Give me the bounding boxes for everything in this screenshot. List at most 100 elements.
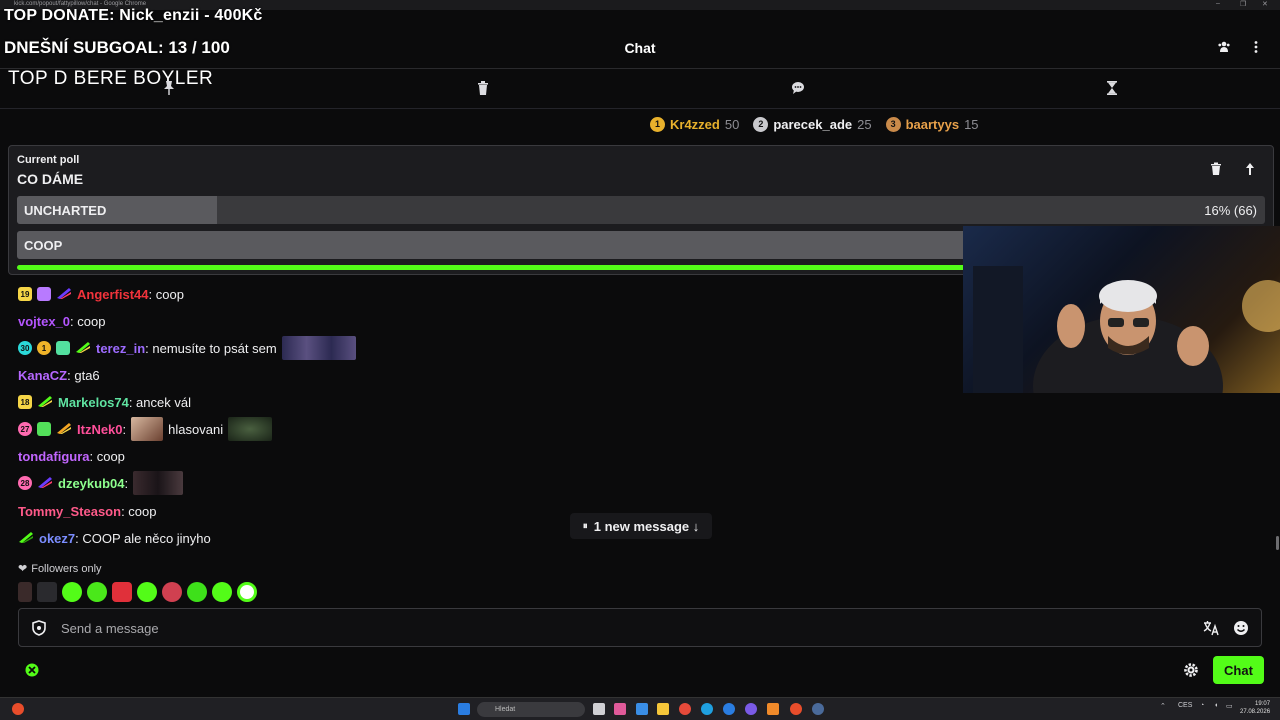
- notification-icon[interactable]: [12, 703, 24, 715]
- volume-icon[interactable]: ◖: [1214, 702, 1218, 709]
- chrome-icon[interactable]: [679, 703, 691, 715]
- emote-image[interactable]: [162, 582, 182, 602]
- rank-badge: 1: [37, 341, 51, 355]
- discord-icon[interactable]: [745, 703, 757, 715]
- maximize-icon[interactable]: ❐: [1240, 0, 1246, 8]
- heart-icon: ❤: [18, 563, 28, 575]
- chevron-up-icon[interactable]: ⌃: [1160, 702, 1166, 710]
- hourglass-icon[interactable]: [1105, 80, 1119, 96]
- rank-badge: 2: [753, 116, 769, 132]
- gift-badge-icon: [37, 422, 51, 436]
- kick-badge-icon: [37, 394, 53, 411]
- chat-username[interactable]: terez_in: [96, 341, 145, 356]
- chat-username[interactable]: Tommy_Steason: [18, 504, 121, 519]
- app-icon[interactable]: [636, 703, 648, 715]
- poll-option-stat: 16% (66): [1204, 203, 1257, 218]
- taskbar-clock[interactable]: 19:07 27.08.2026: [1240, 700, 1270, 716]
- close-icon[interactable]: ✕: [1262, 0, 1268, 8]
- more-icon[interactable]: [1249, 40, 1263, 54]
- minimize-icon[interactable]: –: [1216, 0, 1220, 7]
- chat-username[interactable]: KanaCZ: [18, 368, 67, 383]
- poll-option-uncharted[interactable]: UNCHARTED 16% (66): [17, 196, 1265, 224]
- lang-indicator[interactable]: CES: [1178, 702, 1192, 709]
- windows-start-icon[interactable]: [458, 703, 470, 715]
- chat-message[interactable]: Tommy_Steason: coop: [18, 501, 157, 521]
- message-input[interactable]: [61, 618, 1201, 638]
- leaderboard-value: 25: [857, 116, 872, 132]
- top-donate-overlay: TOP DONATE: Nick_enzii - 400Kč: [4, 7, 263, 24]
- gear-icon[interactable]: [1183, 662, 1199, 678]
- chat-message[interactable]: vojtex_0: coop: [18, 311, 105, 331]
- chat-text: : gta6: [67, 367, 100, 383]
- pin-icon[interactable]: [162, 80, 176, 96]
- chat-message[interactable]: 18 Markelos74: ancek vál: [18, 392, 191, 412]
- chat-username[interactable]: ItzNek0: [77, 422, 123, 437]
- app-icon[interactable]: [767, 703, 779, 715]
- leaderboard-entry[interactable]: 2 parecek_ade 25: [753, 116, 872, 132]
- emote-image[interactable]: [62, 582, 82, 602]
- chat-username[interactable]: Angerfist44: [77, 287, 149, 302]
- chat-text: : COOP ale něco jinyho: [75, 530, 211, 546]
- arrow-up-icon[interactable]: [1241, 162, 1259, 180]
- chat-username[interactable]: tondafigura: [18, 449, 90, 464]
- chat-message[interactable]: 28 dzeykub04:: [18, 471, 184, 495]
- chat-username[interactable]: Markelos74: [58, 395, 129, 410]
- trash-icon[interactable]: [476, 80, 490, 96]
- emote-image[interactable]: [187, 582, 207, 602]
- chat-text: : coop: [121, 503, 157, 519]
- search-placeholder: Hledat: [495, 706, 516, 713]
- pause-icon: ⏸: [582, 520, 588, 532]
- battery-icon[interactable]: ▭: [1226, 702, 1233, 710]
- leaderboard-entry[interactable]: 1 Kr4zzed 50: [650, 116, 739, 132]
- obs-icon[interactable]: [790, 703, 802, 715]
- task-view-icon[interactable]: [593, 703, 605, 715]
- send-chat-button[interactable]: Chat: [1213, 656, 1264, 684]
- file-explorer-icon[interactable]: [657, 703, 669, 715]
- followers-only-notice: ❤ Followers only: [18, 562, 102, 576]
- emote-image: [281, 336, 356, 360]
- steam-icon[interactable]: [812, 703, 824, 715]
- chat-username[interactable]: okez7: [39, 531, 75, 546]
- users-icon[interactable]: [1217, 40, 1231, 54]
- scrollbar[interactable]: [1276, 536, 1279, 550]
- emoji-icon[interactable]: [1233, 620, 1249, 636]
- emote-quick-row: [18, 581, 257, 603]
- emote-image[interactable]: [237, 582, 257, 602]
- emote-image[interactable]: [137, 582, 157, 602]
- chat-message[interactable]: okez7: COOP ale něco jinyho: [18, 528, 211, 548]
- edge-icon[interactable]: [701, 703, 713, 715]
- kick-logo-icon[interactable]: [24, 662, 40, 678]
- chat-message[interactable]: KanaCZ: gta6: [18, 365, 100, 385]
- shield-icon[interactable]: [31, 620, 47, 636]
- chat-message[interactable]: tondafigura: coop: [18, 446, 125, 466]
- stream-banner-text: TOP D BERE BOYLER: [8, 68, 214, 89]
- chat-bubble-icon[interactable]: [791, 80, 805, 96]
- sub-badge: 30: [18, 341, 32, 355]
- chat-username[interactable]: vojtex_0: [18, 314, 70, 329]
- translate-icon[interactable]: [1203, 620, 1219, 636]
- wifi-icon[interactable]: ◔: [1200, 702, 1204, 709]
- chat-text: hlasovani: [168, 421, 224, 437]
- emote-image[interactable]: [37, 582, 57, 602]
- emote-image[interactable]: [18, 582, 32, 602]
- leaderboard-name: baartyys: [905, 116, 960, 132]
- sub-badge: 28: [18, 476, 32, 490]
- taskbar-search[interactable]: Hledat: [477, 702, 585, 717]
- chat-message[interactable]: 19 Angerfist44: coop: [18, 284, 184, 304]
- chat-text: : nemusíte to psát sem: [145, 340, 277, 356]
- rank-badge: 3: [885, 116, 901, 132]
- app-icon[interactable]: [723, 703, 735, 715]
- new-message-button[interactable]: ⏸ 1 new message ↓: [570, 513, 712, 539]
- gift-leaderboard: 1 Kr4zzed 50 2 parecek_ade 25 3 baartyys…: [650, 115, 979, 133]
- rank-badge: 1: [650, 116, 665, 132]
- chat-message[interactable]: 27 ItzNek0: hlasovani: [18, 417, 273, 441]
- poll-option-label: UNCHARTED: [24, 203, 107, 218]
- chat-username[interactable]: dzeykub04: [58, 476, 124, 491]
- widgets-icon[interactable]: [614, 703, 626, 715]
- delete-poll-icon[interactable]: [1207, 162, 1225, 180]
- emote-image[interactable]: [212, 582, 232, 602]
- leaderboard-entry[interactable]: 3 baartyys 15: [885, 116, 979, 132]
- emote-image[interactable]: [87, 582, 107, 602]
- emote-image[interactable]: [112, 582, 132, 602]
- chat-message[interactable]: 30 1 terez_in: nemusíte to psát sem: [18, 336, 356, 360]
